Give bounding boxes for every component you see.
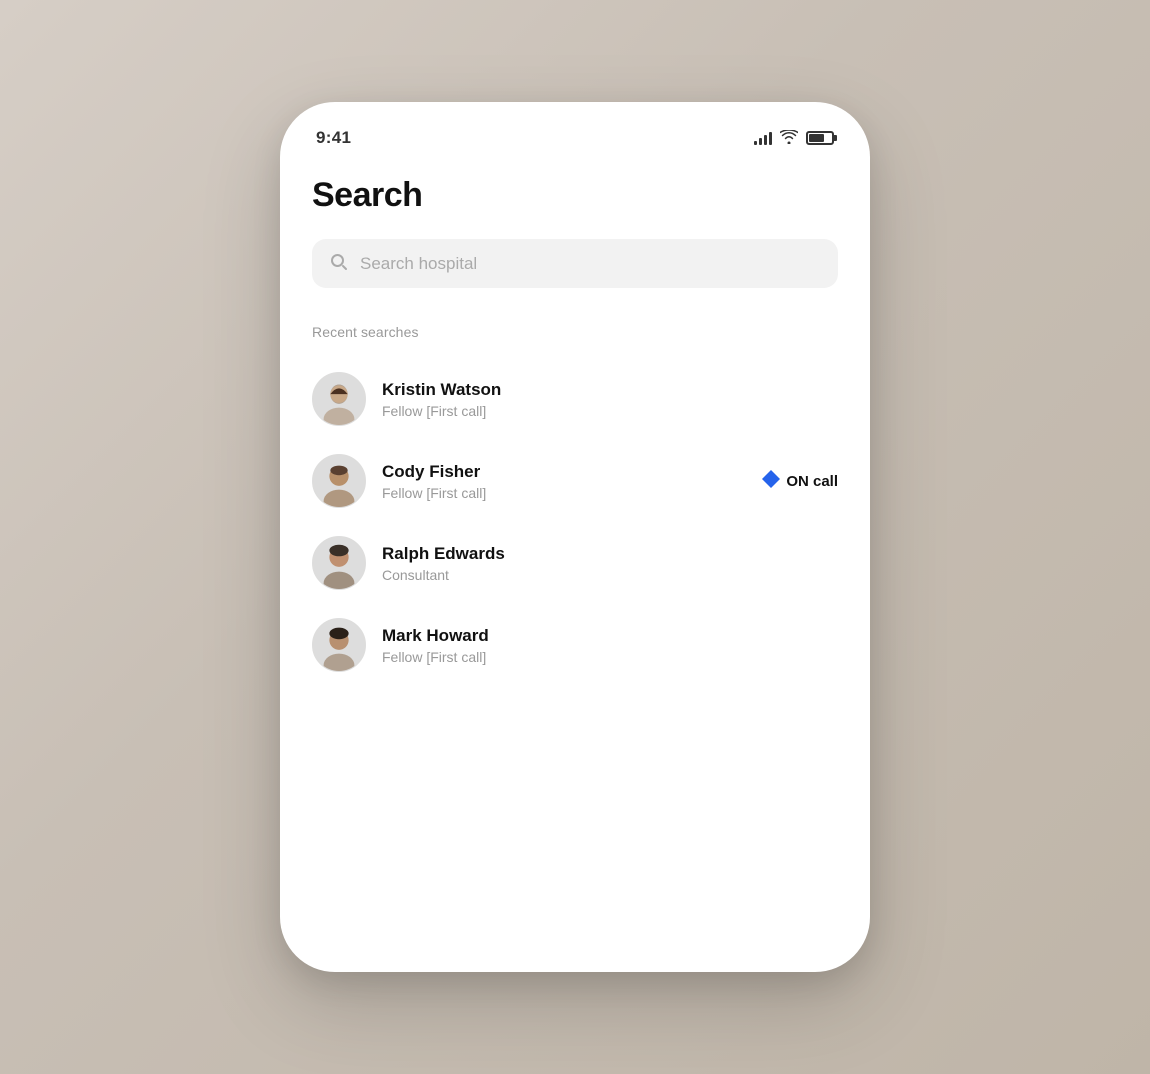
- avatar-cody-fisher: [312, 454, 366, 508]
- search-placeholder: Search hospital: [360, 254, 477, 274]
- result-item-mark-howard[interactable]: Mark Howard Fellow [First call]: [312, 604, 838, 686]
- result-info-ralph-edwards: Ralph Edwards Consultant: [382, 544, 838, 583]
- result-role: Fellow [First call]: [382, 649, 838, 665]
- main-content: Search Search hospital Recent searches: [280, 156, 870, 718]
- avatar-mark-howard: [312, 618, 366, 672]
- result-info-kristin-watson: Kristin Watson Fellow [First call]: [382, 380, 838, 419]
- recent-searches-label: Recent searches: [312, 324, 838, 340]
- signal-icon: [754, 131, 772, 145]
- wifi-icon: [780, 130, 798, 147]
- on-call-text: ON call: [786, 473, 838, 490]
- result-info-mark-howard: Mark Howard Fellow [First call]: [382, 626, 838, 665]
- status-time: 9:41: [316, 128, 351, 148]
- page-title: Search: [312, 176, 838, 215]
- status-bar: 9:41: [280, 102, 870, 156]
- result-name: Ralph Edwards: [382, 544, 838, 564]
- avatar-kristin-watson: [312, 372, 366, 426]
- result-name: Kristin Watson: [382, 380, 838, 400]
- result-name: Cody Fisher: [382, 462, 762, 482]
- result-role: Consultant: [382, 567, 838, 583]
- result-item-ralph-edwards[interactable]: Ralph Edwards Consultant: [312, 522, 838, 604]
- diamond-icon: [762, 470, 780, 493]
- on-call-badge: ON call: [762, 470, 838, 493]
- status-icons: [754, 130, 834, 147]
- result-role: Fellow [First call]: [382, 403, 838, 419]
- result-item-cody-fisher[interactable]: Cody Fisher Fellow [First call] ON call: [312, 440, 838, 522]
- result-name: Mark Howard: [382, 626, 838, 646]
- phone-frame: 9:41: [280, 102, 870, 972]
- result-role: Fellow [First call]: [382, 485, 762, 501]
- result-info-cody-fisher: Cody Fisher Fellow [First call]: [382, 462, 762, 501]
- avatar-ralph-edwards: [312, 536, 366, 590]
- search-icon: [330, 253, 348, 274]
- search-bar[interactable]: Search hospital: [312, 239, 838, 288]
- battery-icon: [806, 131, 834, 145]
- search-results-list: Kristin Watson Fellow [First call] Cody …: [312, 358, 838, 686]
- result-item-kristin-watson[interactable]: Kristin Watson Fellow [First call]: [312, 358, 838, 440]
